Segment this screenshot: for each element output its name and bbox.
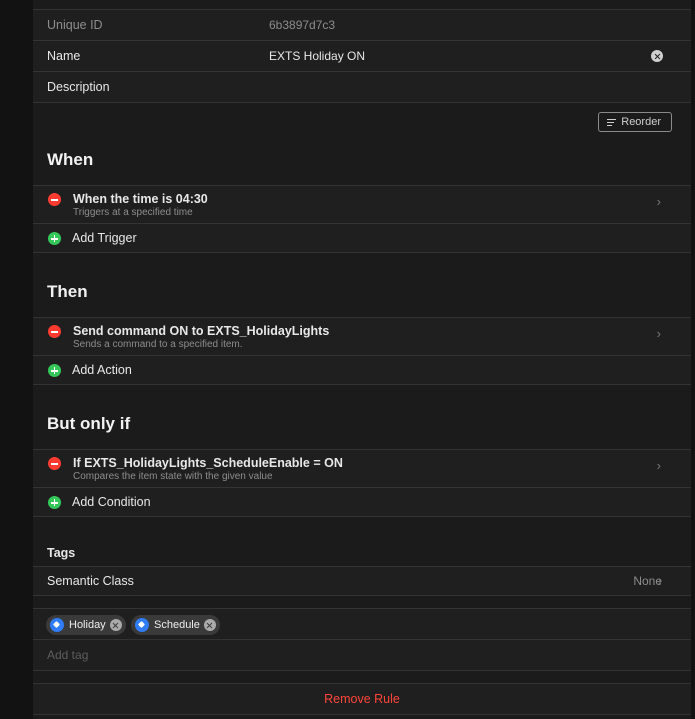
remove-action-icon[interactable]	[48, 325, 61, 338]
trigger-item[interactable]: When the time is 04:30 Triggers at a spe…	[33, 186, 691, 224]
tag-chip[interactable]: Holiday	[46, 615, 126, 635]
tag-chip[interactable]: Schedule	[131, 615, 220, 635]
reorder-label: Reorder	[621, 116, 661, 128]
action-item[interactable]: Send command ON to EXTS_HolidayLights Se…	[33, 318, 691, 356]
plus-icon	[48, 364, 61, 377]
unique-id-value: 6b3897d7c3	[269, 18, 336, 32]
trigger-subtitle: Triggers at a specified time	[73, 207, 193, 218]
tag-label: Holiday	[69, 619, 106, 631]
action-title: Send command ON to EXTS_HolidayLights	[73, 324, 330, 338]
properties-list: Unique ID 6b3897d7c3 Name EXTS Holiday O…	[33, 9, 691, 103]
clear-icon[interactable]	[651, 50, 663, 62]
plus-icon	[48, 496, 61, 509]
rule-editor: Unique ID 6b3897d7c3 Name EXTS Holiday O…	[33, 0, 691, 719]
add-trigger-button[interactable]: Add Trigger	[33, 224, 691, 252]
add-trigger-label: Add Trigger	[72, 231, 137, 245]
trigger-title: When the time is 04:30	[73, 192, 208, 206]
remove-trigger-icon[interactable]	[48, 193, 61, 206]
semantic-class-list: Semantic Class None ›	[33, 566, 691, 596]
name-field[interactable]: EXTS Holiday ON	[269, 49, 365, 63]
chevron-right-icon: ›	[656, 458, 661, 473]
tag-icon	[50, 618, 64, 632]
semantic-class-label: Semantic Class	[47, 574, 134, 588]
unique-id-row: Unique ID 6b3897d7c3	[33, 10, 691, 41]
add-action-button[interactable]: Add Action	[33, 356, 691, 384]
conditions-list: If EXTS_HolidayLights_ScheduleEnable = O…	[33, 449, 691, 517]
tag-icon	[135, 618, 149, 632]
triggers-list: When the time is 04:30 Triggers at a spe…	[33, 185, 691, 253]
condition-item[interactable]: If EXTS_HolidayLights_ScheduleEnable = O…	[33, 450, 691, 488]
chevron-right-icon: ›	[657, 573, 662, 588]
remove-condition-icon[interactable]	[48, 457, 61, 470]
name-label: Name	[47, 49, 81, 63]
right-gutter	[691, 0, 695, 719]
actions-list: Send command ON to EXTS_HolidayLights Se…	[33, 317, 691, 385]
tags-title: Tags	[47, 546, 76, 560]
tags-list: Holiday Schedule	[33, 608, 691, 671]
chevron-right-icon: ›	[656, 194, 661, 209]
remove-rule-button[interactable]: Remove Rule	[33, 683, 691, 715]
remove-tag-icon[interactable]	[109, 619, 122, 631]
condition-subtitle: Compares the item state with the given v…	[73, 471, 273, 482]
name-row[interactable]: Name EXTS Holiday ON	[33, 41, 691, 72]
reorder-button[interactable]: Reorder	[598, 112, 672, 132]
remove-tag-icon[interactable]	[203, 619, 216, 631]
add-action-label: Add Action	[72, 363, 132, 377]
action-subtitle: Sends a command to a specified item.	[73, 339, 243, 350]
add-condition-button[interactable]: Add Condition	[33, 488, 691, 516]
tag-label: Schedule	[154, 619, 200, 631]
left-gutter	[0, 0, 33, 719]
reorder-icon	[607, 118, 617, 126]
add-condition-label: Add Condition	[72, 495, 151, 509]
plus-icon	[48, 232, 61, 245]
description-row[interactable]: Description	[33, 72, 691, 102]
chevron-right-icon: ›	[656, 326, 661, 341]
condition-title: If EXTS_HolidayLights_ScheduleEnable = O…	[73, 456, 343, 470]
unique-id-label: Unique ID	[47, 18, 103, 32]
when-title: When	[47, 150, 94, 169]
then-title: Then	[47, 282, 88, 301]
conditions-title: But only if	[47, 414, 131, 433]
semantic-class-row[interactable]: Semantic Class None ›	[33, 567, 691, 595]
description-field[interactable]: Description	[47, 80, 110, 94]
add-tag-input[interactable]: Add tag	[47, 648, 88, 662]
